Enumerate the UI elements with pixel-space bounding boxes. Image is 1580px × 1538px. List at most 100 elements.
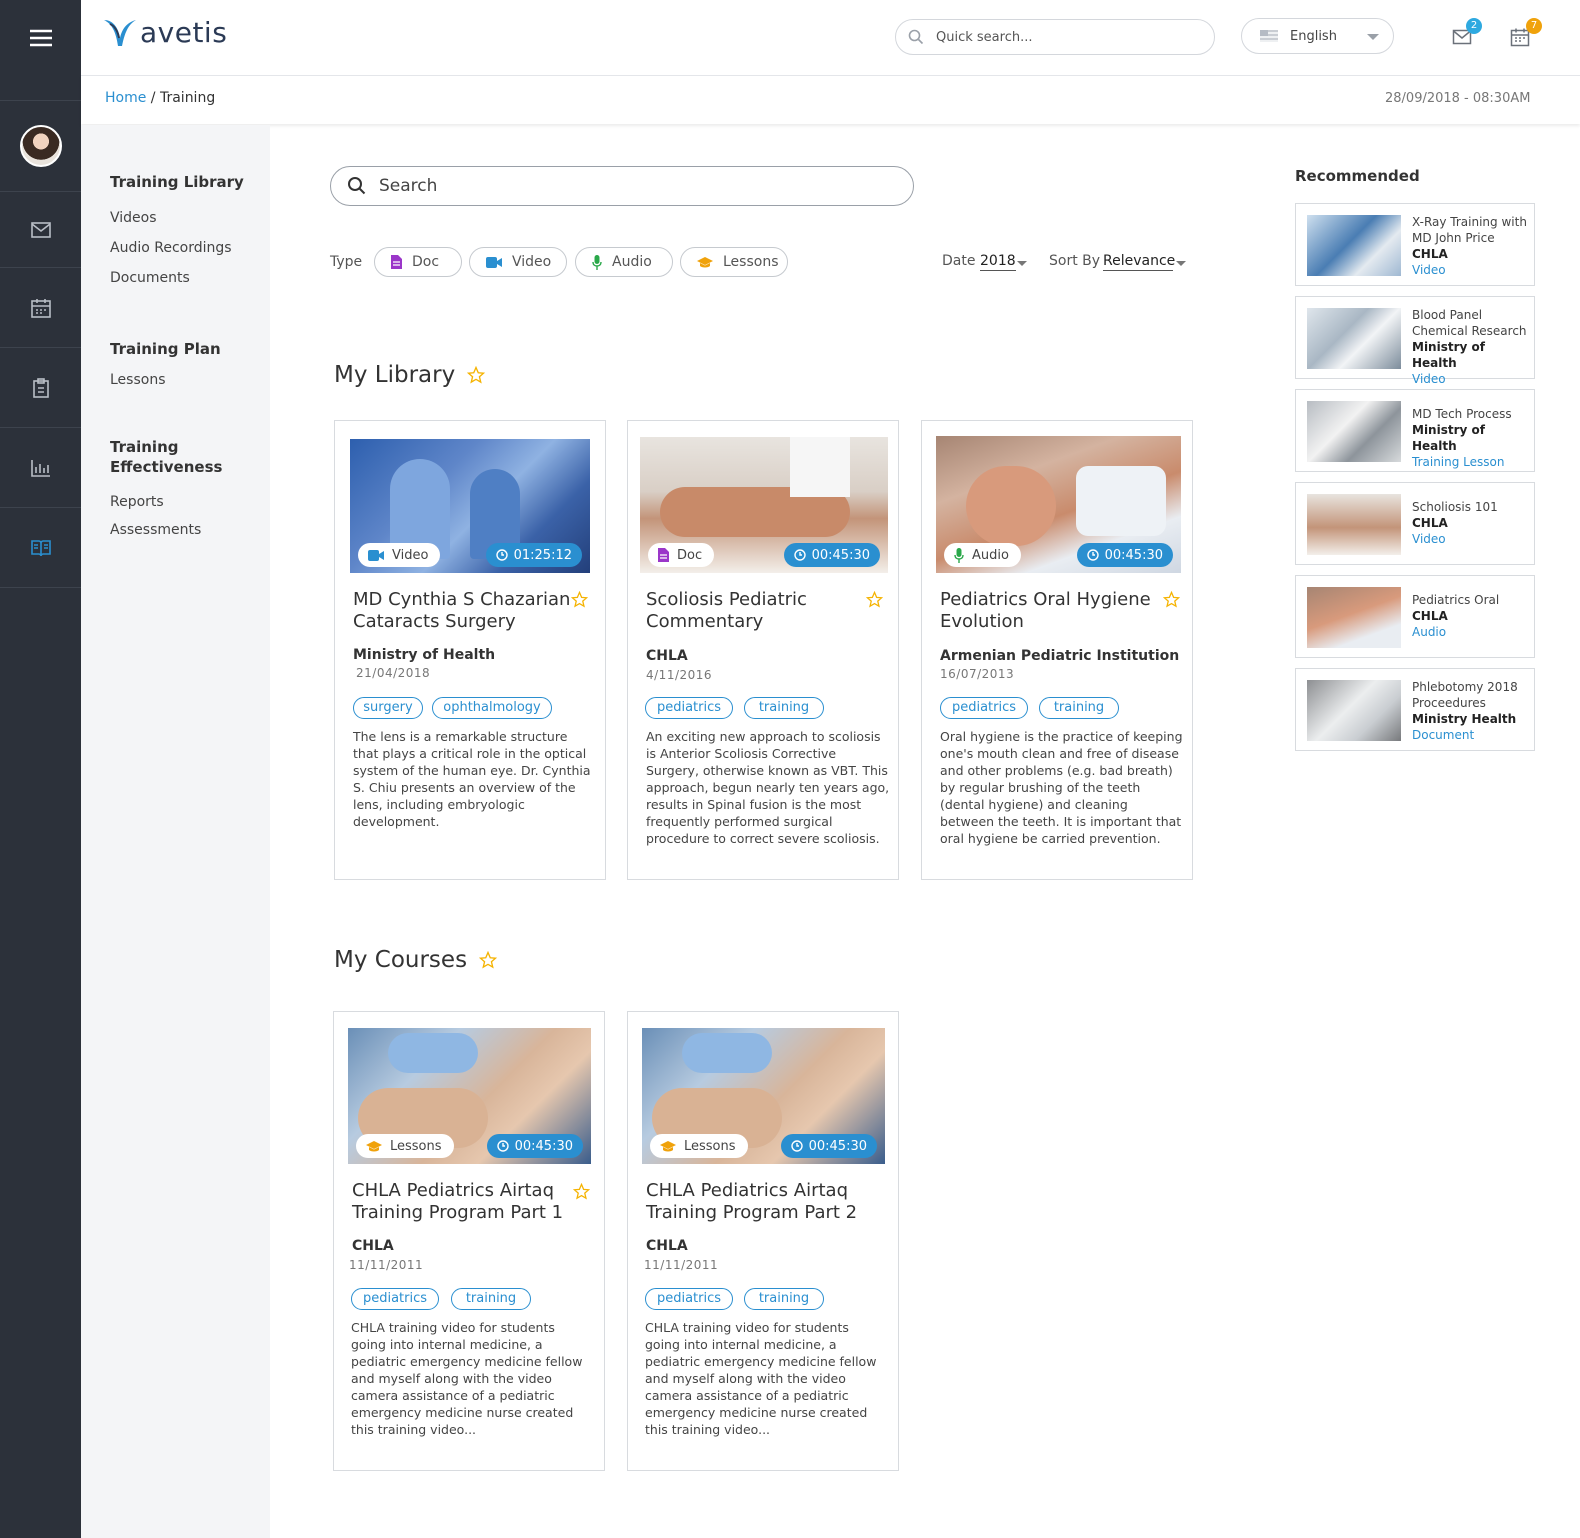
duration-label: 00:45:30 (514, 1138, 573, 1154)
sort-by-value[interactable]: Relevance (1103, 253, 1175, 271)
sidenav-item-assessments[interactable]: Assessments (110, 522, 201, 538)
recommended-item[interactable]: Phlebotomy 2018 Proceedures Ministry Hea… (1295, 668, 1535, 751)
sidenav-item-audio-recordings[interactable]: Audio Recordings (110, 240, 232, 256)
filter-chip-video[interactable]: Video (469, 247, 567, 277)
star-outline-icon[interactable] (866, 591, 883, 608)
card-title[interactable]: MD Cynthia S Chazarian Cataracts Surgery (353, 589, 570, 633)
sidenav-heading-effectiveness: Effectiveness (110, 458, 223, 476)
profile-button[interactable] (0, 100, 81, 192)
star-outline-icon[interactable] (479, 951, 498, 969)
star-outline-icon[interactable] (571, 591, 588, 608)
envelope-icon (30, 221, 51, 238)
chevron-down-icon[interactable] (1176, 261, 1186, 266)
section-title: My Library (334, 362, 456, 388)
chevron-down-icon (1367, 34, 1379, 40)
recommended-type[interactable]: Document (1412, 727, 1532, 743)
desc-line: The lens is a remarkable structure (353, 729, 568, 744)
card-title[interactable]: CHLA Pediatrics Airtaq Training Program … (646, 1180, 857, 1224)
recommended-item[interactable]: Scholiosis 101 CHLA Video (1295, 482, 1535, 565)
bird-logo-icon (104, 20, 136, 46)
nav-calendar[interactable] (0, 268, 81, 348)
date-filter-value[interactable]: 2018 (980, 253, 1016, 271)
thumb-figure (388, 1033, 478, 1073)
course-card[interactable]: Lessons 00:45:30 CHLA Pediatrics Airtaq … (333, 1011, 605, 1471)
tag[interactable]: training (744, 697, 824, 719)
desc-line: camera assistance of a pediatric (351, 1388, 555, 1403)
duration-label: 00:45:30 (811, 547, 870, 563)
calendar-button[interactable]: 7 (1510, 18, 1542, 50)
tag[interactable]: pediatrics (645, 1288, 733, 1310)
star-outline-icon[interactable] (1163, 591, 1180, 608)
card-title-line: Pediatrics Oral Hygiene (940, 589, 1151, 610)
sidenav-item-documents[interactable]: Documents (110, 270, 190, 286)
menu-button[interactable] (0, 0, 81, 76)
my-library-heading: My Library (334, 362, 486, 388)
course-card[interactable]: Lessons 00:45:30 CHLA Pediatrics Airtaq … (627, 1011, 899, 1471)
filter-chip-doc[interactable]: Doc (374, 247, 462, 277)
sidenav-item-reports[interactable]: Reports (110, 494, 164, 510)
mail-button[interactable]: 2 (1452, 18, 1482, 50)
recommended-item[interactable]: X-Ray Training with MD John Price CHLA V… (1295, 203, 1535, 286)
desc-line: this training video... (645, 1422, 771, 1437)
card-title[interactable]: CHLA Pediatrics Airtaq Training Program … (352, 1180, 563, 1224)
card-title[interactable]: Scoliosis Pediatric Commentary (646, 589, 807, 633)
recommended-text: Blood Panel Chemical Research Ministry o… (1412, 307, 1532, 387)
tag[interactable]: pediatrics (645, 697, 733, 719)
card-title[interactable]: Pediatrics Oral Hygiene Evolution (940, 589, 1151, 633)
star-outline-icon[interactable] (573, 1183, 590, 1200)
tag[interactable]: ophthalmology (432, 697, 552, 719)
tag[interactable]: pediatrics (940, 697, 1028, 719)
desc-line: lens, including embryologic (353, 797, 525, 812)
recommended-thumbnail (1307, 587, 1401, 648)
star-outline-icon[interactable] (467, 366, 486, 384)
recommended-type[interactable]: Audio (1412, 624, 1532, 640)
card-date: 11/11/2011 (644, 1258, 719, 1272)
sidenav-item-videos[interactable]: Videos (110, 210, 157, 226)
library-card[interactable]: Audio 00:45:30 Pediatrics Oral Hygiene E… (921, 420, 1193, 880)
nav-clipboard[interactable] (0, 348, 81, 428)
duration-badge: 00:45:30 (783, 543, 880, 567)
recommended-item[interactable]: Pediatrics Oral CHLA Audio (1295, 575, 1535, 658)
quick-search-input[interactable]: Quick search... (895, 19, 1215, 55)
graduation-cap-icon (660, 1140, 676, 1151)
search-input[interactable]: Search (330, 166, 914, 206)
desc-line: frequently performed surgical (646, 814, 833, 829)
tag[interactable]: pediatrics (351, 1288, 439, 1310)
tag[interactable]: training (451, 1288, 531, 1310)
card-title-line: Evolution (940, 611, 1024, 632)
tag[interactable]: surgery (353, 697, 423, 719)
recommended-title: MD John Price (1412, 231, 1495, 245)
breadcrumb-home-link[interactable]: Home (105, 90, 146, 106)
desc-line: emergency medicine nurse created (351, 1405, 574, 1420)
tag[interactable]: training (1039, 697, 1119, 719)
card-thumbnail: Audio 00:45:30 (936, 436, 1181, 573)
nav-reports[interactable] (0, 428, 81, 508)
card-title-line: Cataracts Surgery (353, 611, 516, 632)
breadcrumb: Home / Training (105, 90, 215, 106)
sidenav-item-lessons[interactable]: Lessons (110, 372, 166, 388)
filter-chip-audio[interactable]: Audio (575, 247, 673, 277)
library-card[interactable]: Video 01:25:12 MD Cynthia S Chazarian Ca… (334, 420, 606, 880)
desc-line: Oral hygiene is the practice of keeping (940, 729, 1183, 744)
recommended-type[interactable]: Training Lesson (1412, 454, 1532, 470)
chevron-down-icon[interactable] (1017, 261, 1027, 266)
card-title-line: CHLA Pediatrics Airtaq (352, 1180, 555, 1201)
thumb-figure (1076, 466, 1166, 536)
nav-messages[interactable] (0, 192, 81, 268)
recommended-type[interactable]: Video (1412, 262, 1532, 278)
filter-chip-label: Lessons (723, 254, 779, 270)
tag[interactable]: training (744, 1288, 824, 1310)
logo[interactable]: avetis (102, 14, 227, 50)
library-card[interactable]: Doc 00:45:30 Scoliosis Pediatric Comment… (627, 420, 899, 880)
recommended-type[interactable]: Video (1412, 531, 1532, 547)
recommended-item[interactable]: MD Tech Process Ministry of Health Train… (1295, 389, 1535, 472)
recommended-item[interactable]: Blood Panel Chemical Research Ministry o… (1295, 296, 1535, 386)
training-sidenav (81, 125, 270, 1538)
date-filter-label: Date (942, 253, 976, 269)
nav-training[interactable] (0, 508, 81, 588)
card-organization: CHLA (646, 1238, 688, 1254)
clock-icon (1086, 549, 1099, 561)
filter-chip-lessons[interactable]: Lessons (680, 247, 788, 277)
language-select[interactable]: English (1241, 18, 1394, 54)
recommended-type[interactable]: Video (1412, 371, 1532, 387)
